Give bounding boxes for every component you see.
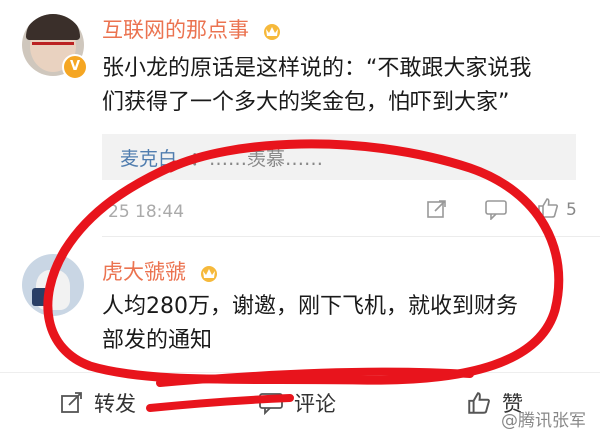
annotation-underline — [146, 394, 294, 412]
annotation-loop-stroke — [43, 139, 564, 385]
red-annotation-loop — [43, 139, 564, 412]
